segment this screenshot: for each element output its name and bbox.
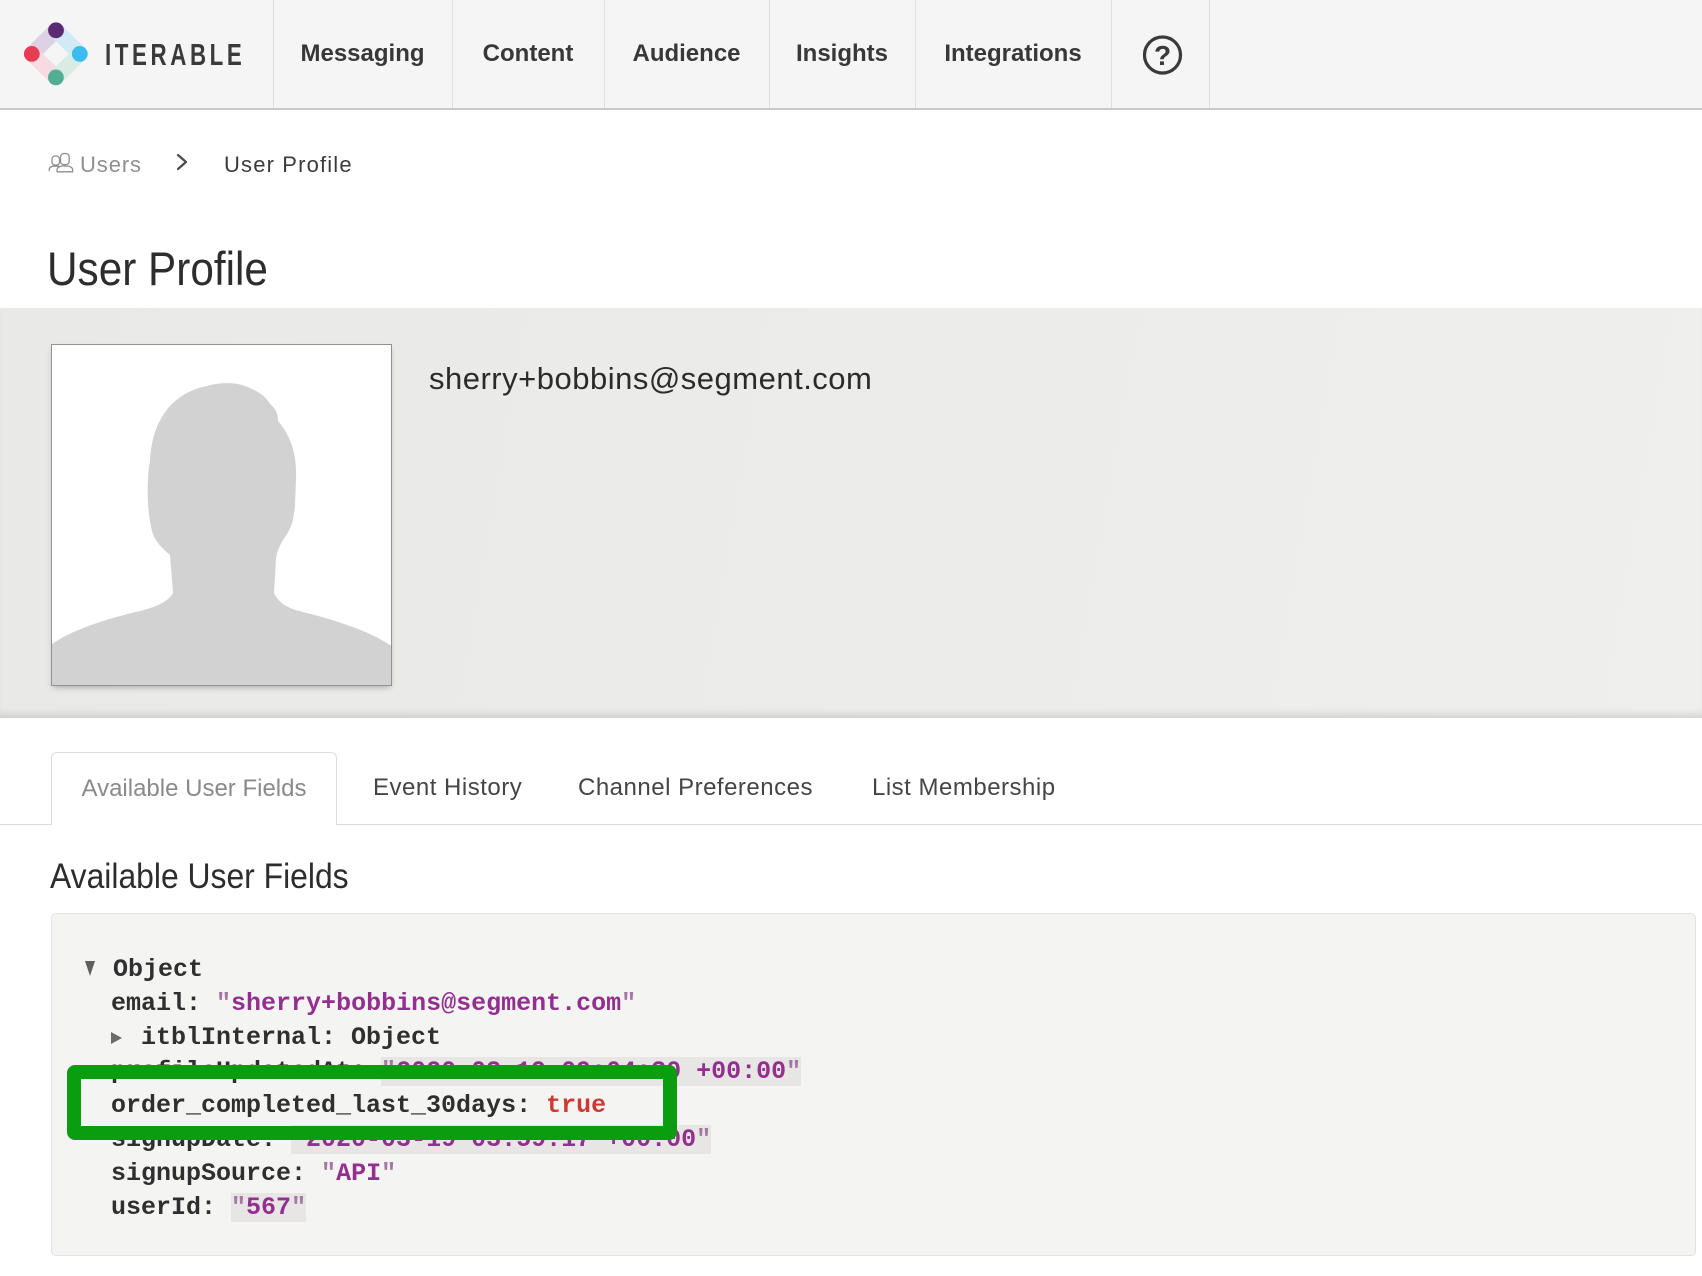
svg-text:?: ? — [1154, 40, 1171, 71]
